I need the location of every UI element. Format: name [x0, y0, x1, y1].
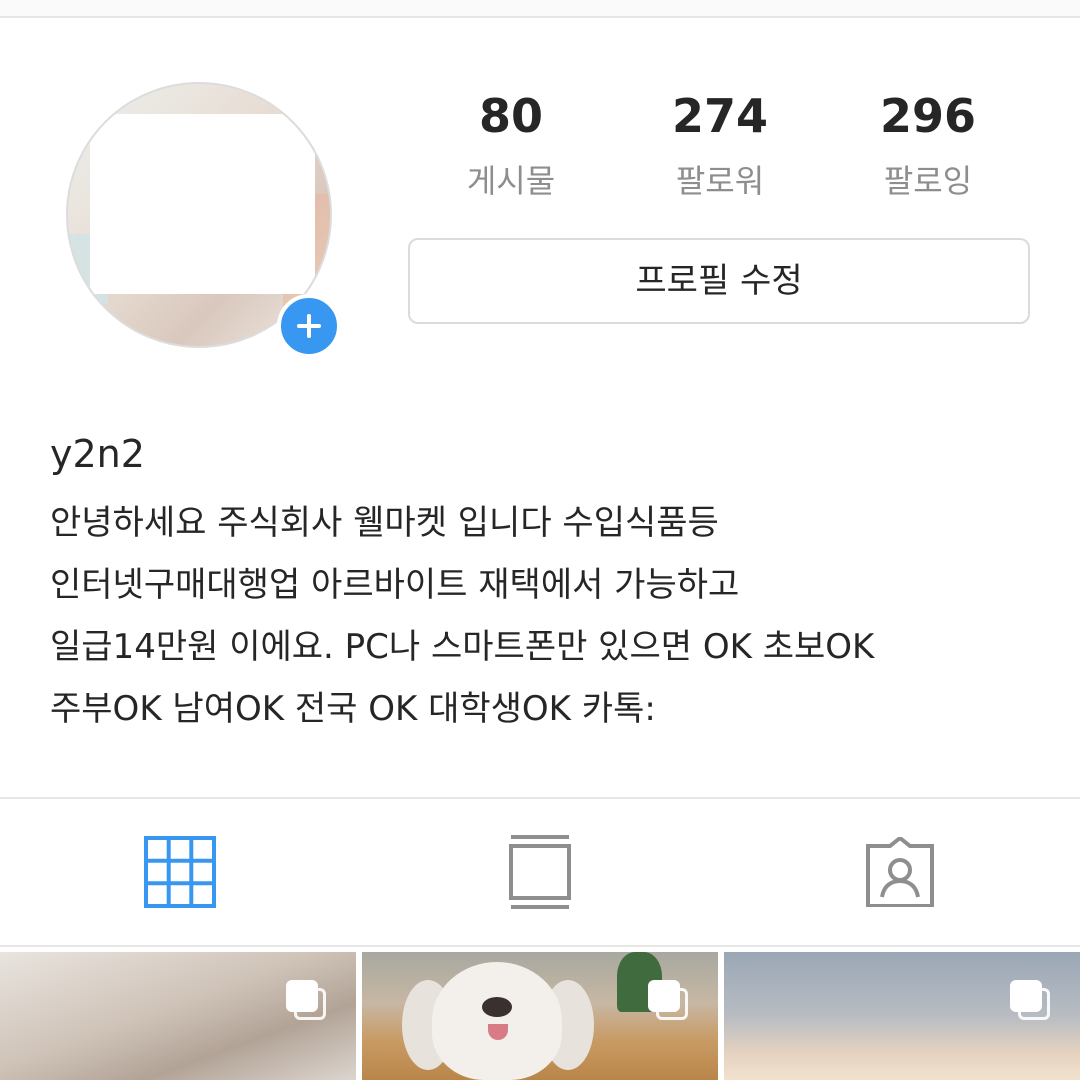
posts-label: 게시물	[466, 162, 556, 200]
post-thumbnail[interactable]	[0, 952, 356, 1080]
multiple-photos-icon	[648, 980, 690, 1022]
dog-image-part	[432, 962, 562, 1080]
followers-label: 팔로워	[675, 162, 765, 200]
grid-icon	[144, 836, 216, 908]
top-divider	[0, 0, 1080, 18]
stat-posts[interactable]: 80 게시물	[411, 86, 611, 206]
bio-line: 주부OK 남여OK 전국 OK 대학생OK 카톡:	[50, 689, 656, 729]
profile-bio: 안녕하세요 주식회사 웰마켓 입니다 수입식품등 인터넷구매대행업 아르바이트 …	[50, 492, 1060, 740]
following-label: 팔로잉	[883, 162, 973, 200]
bio-line: 일급14만원 이에요. PC나 스마트폰만 있으면 OK 초보OK	[50, 627, 875, 667]
feed-icon	[509, 835, 571, 909]
post-thumbnail[interactable]	[362, 952, 718, 1080]
bio-line: 안녕하세요 주식회사 웰마켓 입니다 수입식품등	[50, 503, 719, 543]
tab-tagged-view[interactable]	[720, 799, 1080, 945]
posts-count: 80	[478, 89, 543, 143]
profile-username: y2n2	[50, 432, 145, 476]
avatar-redaction	[90, 114, 315, 294]
following-count: 296	[879, 89, 977, 143]
multiple-photos-icon	[286, 980, 328, 1022]
multiple-photos-icon	[1010, 980, 1052, 1022]
stat-followers[interactable]: 274 팔로워	[620, 86, 820, 206]
profile-tab-bar	[0, 797, 1080, 947]
edit-profile-button[interactable]: 프로필 수정	[408, 238, 1030, 324]
post-thumbnail[interactable]	[724, 952, 1080, 1080]
tab-grid-view[interactable]	[0, 799, 360, 945]
tab-feed-view[interactable]	[360, 799, 720, 945]
bio-line: 인터넷구매대행업 아르바이트 재택에서 가능하고	[50, 565, 740, 605]
followers-count: 274	[671, 89, 769, 143]
tagged-icon	[866, 837, 934, 907]
dog-image-part	[482, 997, 512, 1017]
add-story-button[interactable]	[277, 294, 341, 358]
stat-following[interactable]: 296 팔로잉	[828, 86, 1028, 206]
